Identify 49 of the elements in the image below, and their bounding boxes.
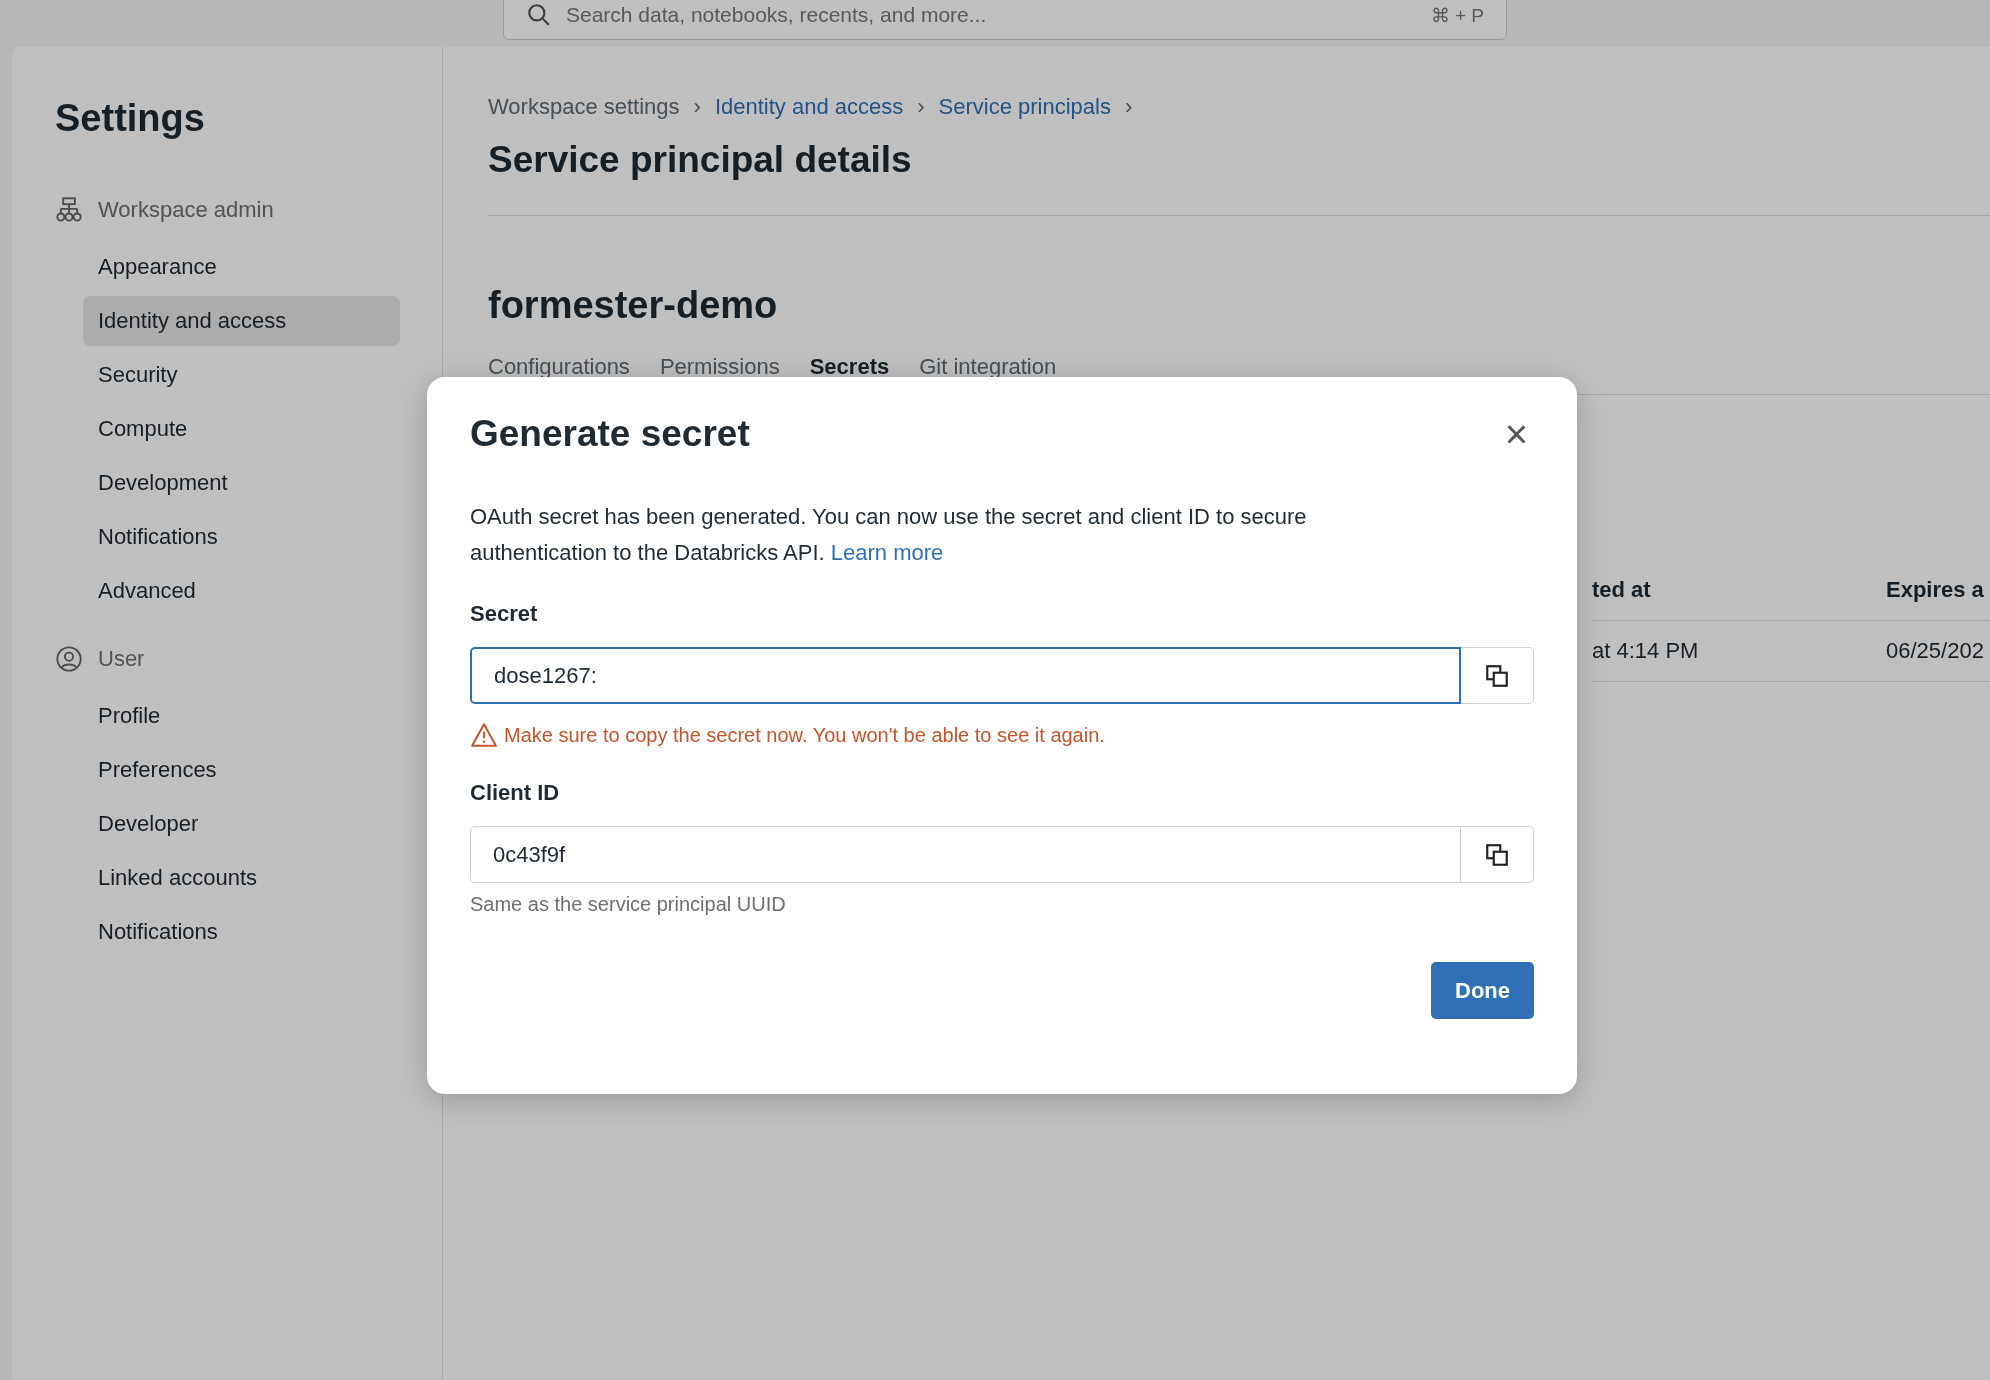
field-label: Secret: [470, 600, 539, 628]
dialog-message: OAuth secret has been generated. You can now use the secret and client ID to secure authentication to the Databricks API. Learn more: [470, 503, 1308, 567]
copy-icon: [1484, 841, 1510, 868]
copy-button[interactable]: [1461, 647, 1534, 704]
sidebar-item[interactable]: Compute: [83, 404, 400, 454]
breadcrumb-separator: ›: [917, 94, 925, 120]
sidebar-item[interactable]: Preferences: [83, 745, 400, 795]
table-cell-text: at 4:14 PM: [1592, 638, 1700, 664]
shortcut-hint: ⌘ + P: [1430, 3, 1484, 27]
breadcrumb-separator: ›: [1125, 94, 1133, 120]
breadcrumb-link[interactable]: Service principals: [938, 94, 1111, 120]
copy-button[interactable]: [1461, 826, 1534, 883]
principal-name: formester-demo: [488, 283, 779, 328]
text-field[interactable]: 0c43f9f: [470, 826, 1461, 883]
copy-icon: [1484, 662, 1510, 689]
table-cell-text: 06/25/202: [1886, 638, 1985, 664]
breadcrumb-link[interactable]: Identity and access: [714, 94, 904, 120]
search-icon: [526, 2, 552, 28]
page-title: Service principal details: [488, 138, 913, 182]
sidebar-item[interactable]: Identity and access: [83, 296, 400, 346]
workspace-icon: [55, 195, 83, 224]
column-header: Expires a: [1886, 577, 1985, 603]
dialog-title: Generate secret: [470, 413, 750, 455]
group-heading: User: [98, 645, 145, 672]
sidebar-item[interactable]: Linked accounts: [83, 853, 400, 903]
sidebar-item[interactable]: Notifications: [83, 512, 400, 562]
field-label: Client ID: [470, 779, 561, 807]
column-header: ted at: [1592, 577, 1652, 603]
text-field[interactable]: dose1267:: [470, 647, 1461, 704]
user-icon: [55, 644, 83, 673]
breadcrumb-link[interactable]: Workspace settings: [488, 94, 680, 120]
sidebar-item[interactable]: Security: [83, 350, 400, 400]
breadcrumb-separator: ›: [693, 94, 701, 120]
field-hint: Same as the service principal UUID: [470, 893, 787, 916]
sidebar-item[interactable]: Appearance: [83, 242, 400, 292]
done-button[interactable]: Done: [1431, 962, 1534, 1019]
search-placeholder: Search data, notebooks, recents, and more...: [566, 3, 988, 27]
warning-text: Make sure to copy the secret now. You won't be able to see it again.: [504, 723, 1105, 747]
sidebar-item[interactable]: Developer: [83, 799, 400, 849]
settings-title: Settings: [55, 96, 206, 141]
sidebar-item[interactable]: Advanced: [83, 566, 400, 616]
group-heading: Workspace admin: [98, 196, 274, 223]
sidebar-item[interactable]: Notifications: [83, 907, 400, 957]
search-field[interactable]: Search data, notebooks, recents, and more... ⌘ + P: [503, 0, 1507, 40]
learn-more-link[interactable]: Learn more: [830, 540, 944, 565]
sidebar-item[interactable]: Development: [83, 458, 400, 508]
close-button[interactable]: ×: [1498, 414, 1534, 454]
sidebar-item[interactable]: Profile: [83, 691, 400, 741]
warning-icon: [470, 722, 498, 748]
